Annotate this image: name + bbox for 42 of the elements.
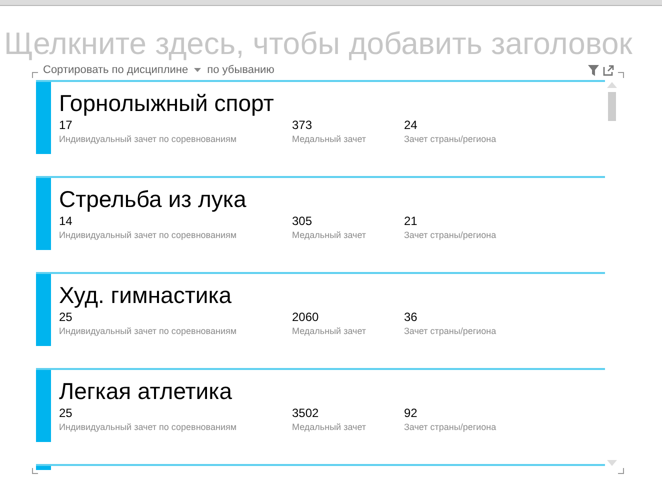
accent-bar: [36, 82, 51, 154]
sort-order-toggle[interactable]: по убыванию: [207, 62, 274, 78]
filter-icon[interactable]: [588, 64, 599, 76]
field-label: Индивидуальный зачет по соревнованиям: [59, 325, 237, 338]
field-value: 36: [404, 310, 418, 325]
field-value: 24: [404, 118, 418, 133]
field-value: 305: [292, 214, 312, 229]
field-label: Индивидуальный зачет по соревнованиям: [59, 133, 237, 146]
field-value: 2060: [292, 310, 319, 325]
field-value: 25: [59, 310, 72, 325]
card[interactable]: Легкая атлетика 25 Индивидуальный зачет по соревнованиям 3502 Медальный зачет 92 Зачет страны/региона: [36, 368, 605, 440]
card[interactable]: Худ. гимнастика 25 Индивидуальный зачет по соревнованиям 2060 Медальный зачет 36 Зачет страны/региона: [36, 272, 605, 344]
field-label: Индивидуальный зачет по соревнованиям: [59, 421, 237, 434]
card[interactable]: Стрельба из лука 14 Индивидуальный зачет по соревнованиям 305 Медальный зачет 21 Зачет страны/региона: [36, 176, 605, 248]
field-label: Медальный зачет: [292, 325, 366, 338]
field-label: Медальный зачет: [292, 229, 366, 242]
field-value: 17: [59, 118, 72, 133]
field-label: Индивидуальный зачет по соревнованиям: [59, 229, 237, 242]
accent-bar: [36, 178, 51, 250]
scrollbar-thumb[interactable]: [608, 92, 616, 121]
field-value: 3502: [292, 406, 319, 421]
pop-out-icon[interactable]: [603, 64, 614, 76]
card-title: Горнолыжный спорт: [59, 90, 274, 116]
caret-icon[interactable]: [194, 68, 202, 72]
card-title: Стрельба из лука: [59, 186, 246, 212]
field-label: Медальный зачет: [292, 421, 366, 434]
field-value: 21: [404, 214, 418, 229]
field-label: Медальный зачет: [292, 133, 366, 146]
field-label: Зачет страны/региона: [404, 325, 496, 338]
accent-bar: [36, 370, 51, 442]
field-label: Зачет страны/региона: [404, 229, 496, 242]
field-value: 14: [59, 214, 72, 229]
sort-field-dropdown[interactable]: Сортировать по дисциплине: [43, 62, 188, 78]
field-value: 373: [292, 118, 312, 133]
accent-bar: [36, 274, 51, 346]
field-label: Зачет страны/региона: [404, 421, 496, 434]
card-title: Худ. гимнастика: [59, 282, 232, 308]
field-value: 25: [59, 406, 72, 421]
field-value: 92: [404, 406, 418, 421]
card[interactable]: Горнолыжный спорт 17 Индивидуальный зачет по соревнованиям 373 Медальный зачет 24 Зачет страны/региона: [36, 80, 605, 152]
field-label: Зачет страны/региона: [404, 133, 496, 146]
card-title: Легкая атлетика: [59, 378, 232, 404]
